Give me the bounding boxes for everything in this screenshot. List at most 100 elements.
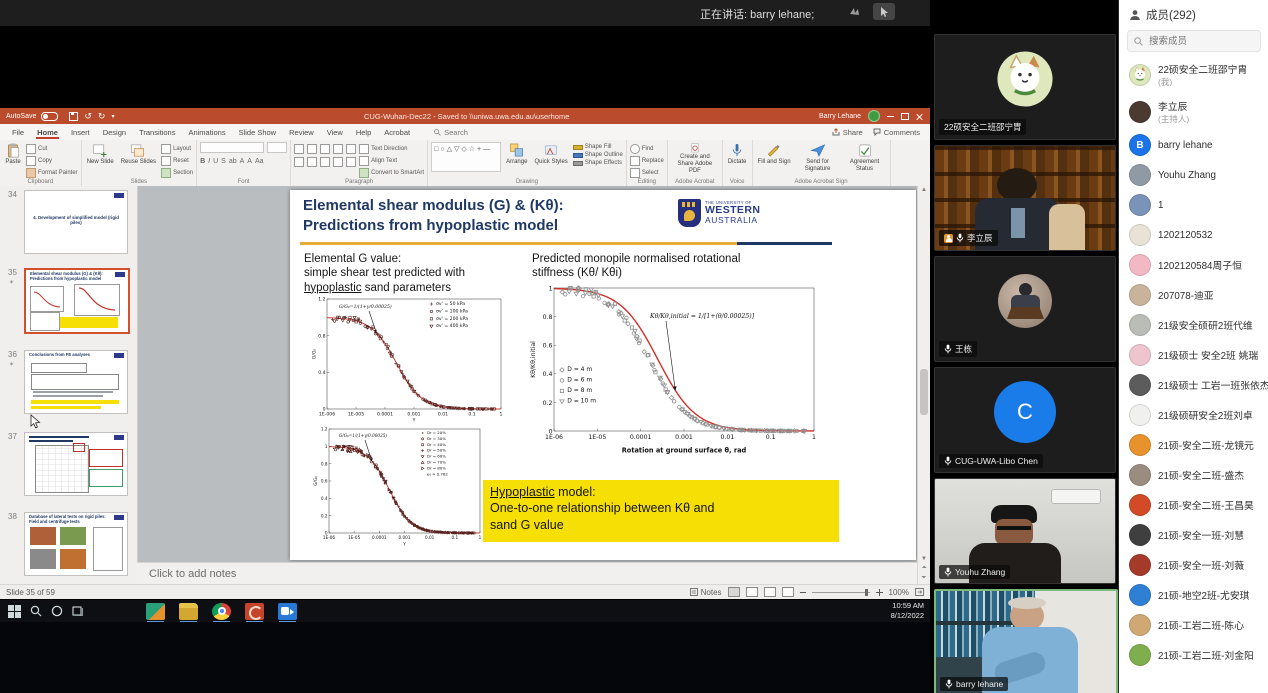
columns-icon[interactable]: [346, 157, 356, 167]
quick-styles-button[interactable]: Quick Styles: [532, 142, 569, 176]
member-row-19[interactable]: 21硕-工岩二班-陈心: [1119, 610, 1268, 640]
member-row-14[interactable]: 21硕-安全二班-盛杰: [1119, 460, 1268, 490]
shape-effects-button[interactable]: Shape Effects: [573, 160, 623, 166]
replace-button[interactable]: Replace: [630, 156, 664, 166]
zoom-out-button[interactable]: [800, 592, 806, 593]
zoom-in-button[interactable]: [876, 589, 883, 596]
member-row-15[interactable]: 21硕-安全二班-王昌昊: [1119, 490, 1268, 520]
font-glyph-button-2[interactable]: U: [213, 158, 218, 165]
create-pdf-button[interactable]: Create and Share Adobe PDF: [671, 142, 719, 176]
tab-view[interactable]: View: [321, 126, 349, 138]
task-view-icon[interactable]: [72, 605, 84, 617]
member-row-7[interactable]: 1202120584周子恒: [1119, 250, 1268, 280]
undo-icon[interactable]: ↺: [84, 112, 92, 120]
pinned-app-icon-1[interactable]: [146, 603, 165, 620]
ribbon-search[interactable]: Search: [434, 128, 468, 137]
reuse-slides-button[interactable]: Reuse Slides: [119, 142, 158, 176]
reading-view-button[interactable]: [764, 587, 776, 597]
video-tile-2[interactable]: 李立辰: [934, 145, 1116, 251]
tab-home[interactable]: Home: [31, 126, 64, 138]
font-glyph-button-1[interactable]: I: [208, 158, 210, 165]
tab-design[interactable]: Design: [97, 126, 132, 138]
member-row-13[interactable]: 21硕-安全二班-龙镜元: [1119, 430, 1268, 460]
member-search-input[interactable]: [1147, 35, 1251, 48]
tab-review[interactable]: Review: [283, 126, 320, 138]
font-glyph-button-3[interactable]: S: [221, 158, 226, 165]
video-tile-6[interactable]: barry lehane: [934, 589, 1118, 693]
format-painter-button[interactable]: Format Painter: [26, 168, 78, 178]
shape-glyph-6[interactable]: +: [477, 144, 481, 170]
align-right-icon[interactable]: [320, 157, 330, 167]
video-tile-4[interactable]: CCUG-UWA-Libo Chen: [934, 367, 1116, 473]
numbering-icon[interactable]: [307, 144, 317, 154]
slide-sorter-view-button[interactable]: [746, 587, 758, 597]
powerpoint-icon[interactable]: [245, 603, 264, 620]
ppt-title-bar[interactable]: AutoSave ↺ ↻ ▾ CUG-Wuhan-Dec22 - Saved t…: [0, 108, 930, 124]
member-row-20[interactable]: 21硕-工岩二班-刘金阳: [1119, 640, 1268, 670]
slide-thumbnail-38[interactable]: Database of lateral tests on rigid piles…: [24, 512, 128, 576]
fill-sign-button[interactable]: Fill and Sign: [756, 142, 793, 176]
member-search-box[interactable]: [1127, 30, 1261, 52]
file-explorer-icon[interactable]: [179, 603, 198, 620]
find-button[interactable]: Find: [630, 144, 664, 154]
member-row-2[interactable]: 李立辰(主持人): [1119, 93, 1268, 130]
taskbar-clock[interactable]: 10:59 AM 8/12/2022: [891, 601, 930, 621]
text-direction-button[interactable]: Text Direction: [359, 144, 424, 154]
autosave-toggle[interactable]: [41, 112, 58, 121]
bullets-icon[interactable]: [294, 144, 304, 154]
font-glyph-button-4[interactable]: ab: [229, 158, 237, 165]
font-glyph-button-7[interactable]: Aa: [255, 158, 264, 165]
slide-thumbnail-34[interactable]: 4. Development of simplified model (rigi…: [24, 190, 128, 254]
meeting-app-icon[interactable]: [278, 603, 297, 620]
member-row-5[interactable]: 1: [1119, 190, 1268, 220]
member-row-11[interactable]: 21级硕士 工岩一班张依杰: [1119, 370, 1268, 400]
shape-glyph-3[interactable]: ▽: [454, 144, 459, 170]
dictate-button[interactable]: Dictate: [726, 142, 749, 176]
shape-glyph-7[interactable]: —: [483, 144, 490, 170]
shape-outline-button[interactable]: Shape Outline: [573, 152, 623, 158]
member-row-16[interactable]: 21硕-安全一班-刘慧: [1119, 520, 1268, 550]
shape-gallery[interactable]: □○△▽◇☆+—: [431, 142, 501, 172]
start-button[interactable]: [8, 605, 21, 618]
member-row-3[interactable]: Bbarry lehane: [1119, 130, 1268, 160]
member-row-4[interactable]: Youhu Zhang: [1119, 160, 1268, 190]
font-glyph-button-5[interactable]: A: [240, 158, 245, 165]
smartart-button[interactable]: Convert to SmartArt: [359, 168, 424, 178]
pointer-arrow-icon[interactable]: [873, 3, 895, 20]
cortana-icon[interactable]: [51, 605, 63, 617]
shape-glyph-4[interactable]: ◇: [461, 144, 466, 170]
cut-button[interactable]: Cut: [26, 144, 78, 154]
restore-button[interactable]: [901, 113, 909, 120]
video-tile-1[interactable]: 22硕安全二班邵宁胄: [934, 34, 1116, 140]
indent-increase-icon[interactable]: [333, 144, 343, 154]
scroll-down-icon[interactable]: ▼: [918, 556, 930, 562]
shape-glyph-2[interactable]: △: [447, 144, 452, 170]
chrome-icon[interactable]: [212, 603, 231, 620]
reset-button[interactable]: Reset: [161, 156, 193, 166]
minimize-button[interactable]: [887, 116, 894, 117]
slide-thumbnail-37[interactable]: [24, 432, 128, 496]
shape-glyph-0[interactable]: □: [434, 144, 438, 170]
notes-toggle-button[interactable]: Notes: [690, 588, 722, 597]
member-row-18[interactable]: 21硕-地空2班-尤安琪: [1119, 580, 1268, 610]
align-center-icon[interactable]: [307, 157, 317, 167]
tab-animations[interactable]: Animations: [182, 126, 231, 138]
scroll-up-icon[interactable]: ▲: [918, 187, 930, 193]
taskbar-search-icon[interactable]: [30, 605, 42, 617]
font-glyph-button-0[interactable]: B: [200, 158, 205, 165]
select-button[interactable]: Select: [630, 168, 664, 178]
section-button[interactable]: Section: [161, 168, 193, 178]
tab-insert[interactable]: Insert: [65, 126, 96, 138]
member-row-17[interactable]: 21硕-安全一班-刘薇: [1119, 550, 1268, 580]
member-row-1[interactable]: 22硕安全二班邵宁胄(我): [1119, 56, 1268, 93]
tab-slide-show[interactable]: Slide Show: [233, 126, 283, 138]
fit-to-window-icon[interactable]: [915, 588, 924, 596]
tab-transitions[interactable]: Transitions: [133, 126, 181, 138]
indent-decrease-icon[interactable]: [320, 144, 330, 154]
send-signature-button[interactable]: Send for Signature: [796, 142, 840, 176]
editing-scrollbar[interactable]: ▲ ▼ ⏶ ⏷: [917, 186, 930, 584]
align-left-icon[interactable]: [294, 157, 304, 167]
member-row-9[interactable]: 21级安全硕研2班代维: [1119, 310, 1268, 340]
line-spacing-icon[interactable]: [346, 144, 356, 154]
slide-thumbnail-35[interactable]: Elemental shear modulus (G) & (Kθ):Predi…: [24, 268, 130, 334]
